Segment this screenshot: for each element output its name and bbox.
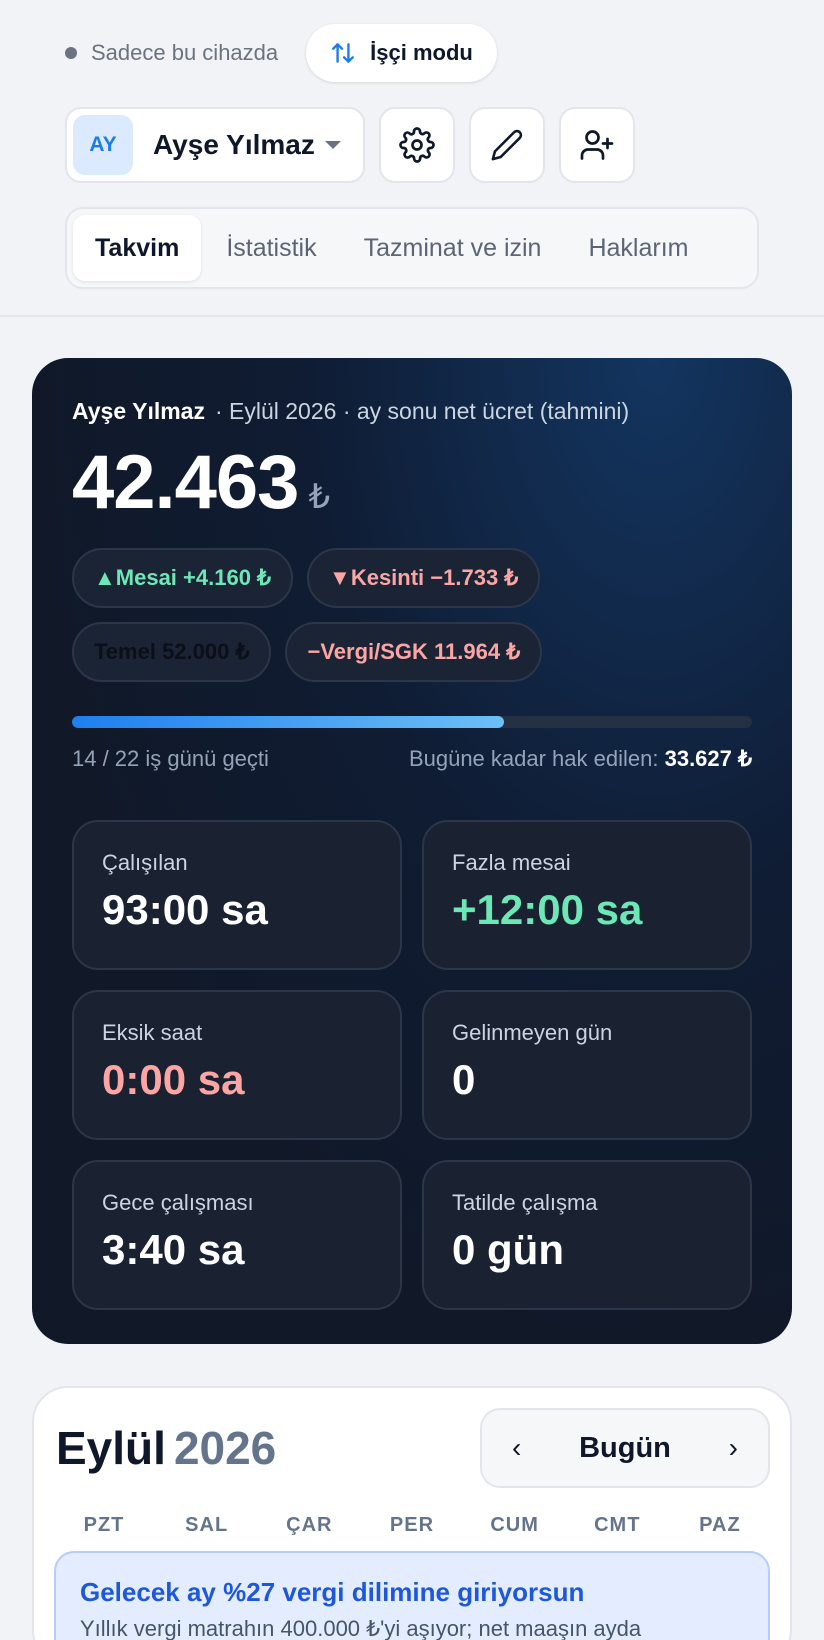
stat-holiday-work: Tatilde çalışma 0 gün <box>422 1160 752 1310</box>
calendar-month: Eylül <box>56 1422 166 1474</box>
breakdown-chips: ▲Mesai +4.160 ₺ ▼Kesinti −1.733 ₺ Temel … <box>72 548 612 682</box>
stat-value: 93:00 sa <box>102 886 268 933</box>
currency-symbol: ₺ <box>308 478 331 516</box>
stat-label: Gelinmeyen gün <box>452 1020 613 1045</box>
stat-label: Tatilde çalışma <box>452 1190 598 1215</box>
stat-absent-days: Gelinmeyen gün 0 <box>422 990 752 1140</box>
weekday-label: PAZ <box>699 1514 741 1536</box>
tab-bar: Takvim İstatistik Tazminat ve izin Hakla… <box>65 207 759 289</box>
workdays-passed: 14 / 22 iş günü geçti <box>72 746 269 771</box>
earned-label: Bugüne kadar hak edilen: <box>408 746 659 771</box>
tax-chip: −Vergi/SGK 11.964 ₺ <box>285 622 543 682</box>
tab-statistics[interactable]: İstatistik <box>204 215 338 281</box>
today-button[interactable]: Bugün <box>579 1432 671 1465</box>
net-amount: 42.463 ₺ <box>72 439 752 526</box>
tax-bracket-notice: Gelecek ay %27 vergi dilimine giriyorsun… <box>54 1551 770 1640</box>
summary-period: · Eylül 2026 · ay sonu net ücret (tahmin… <box>214 398 630 424</box>
stat-value: 0:00 sa <box>102 1056 245 1103</box>
month-progress-bar <box>72 716 752 728</box>
earned-value: 33.627 ₺ <box>664 746 752 771</box>
weekday-label: PER <box>389 1514 435 1536</box>
local-only-label: Sadece bu cihazda <box>91 40 279 65</box>
user-toolbar: AY Ayşe Yılmaz <box>65 107 759 183</box>
dot-icon <box>65 47 77 59</box>
edit-button[interactable] <box>469 107 545 183</box>
calendar-header: Eylül 2026 ‹ Bugün › <box>54 1408 770 1488</box>
header-divider <box>0 315 824 317</box>
weekday-label: ÇAR <box>286 1514 333 1536</box>
salary-summary-card: Ayşe Yılmaz · Eylül 2026 · ay sonu net üc… <box>32 358 792 1344</box>
tab-calendar[interactable]: Takvim <box>73 215 202 281</box>
user-plus-icon <box>580 130 614 160</box>
calendar-year: 2026 <box>173 1422 277 1474</box>
base-salary-chip: Temel 52.000 ₺ <box>72 622 272 682</box>
stat-night-work: Gece çalışması 3:40 sa <box>72 1160 402 1310</box>
weekday-header: PZT SAL ÇAR PER CUM CMT PAZ <box>54 1514 770 1537</box>
progress-row: 14 / 22 iş günü geçti Bugüne kadar hak e… <box>72 746 752 772</box>
stat-value: 0 gün <box>452 1226 564 1273</box>
stat-missing-hours: Eksik saat 0:00 sa <box>72 990 402 1140</box>
weekday-label: CMT <box>594 1514 641 1536</box>
overtime-chip: ▲Mesai +4.160 ₺ <box>72 548 294 608</box>
tab-compensation-leave[interactable]: Tazminat ve izin <box>342 215 564 281</box>
stat-value: +12:00 sa <box>452 886 643 933</box>
stat-value: 0 <box>452 1056 476 1103</box>
settings-button[interactable] <box>379 107 455 183</box>
pencil-icon <box>491 129 523 161</box>
weekday-label: SAL <box>185 1514 229 1536</box>
calendar-title: Eylül 2026 <box>54 1421 276 1475</box>
worker-mode-label: İşçi modu <box>370 40 473 65</box>
swap-arrows-icon <box>332 43 355 63</box>
avatar: AY <box>73 115 133 175</box>
summary-user-name: Ayşe Yılmaz <box>72 398 205 424</box>
chevron-down-icon <box>325 141 341 149</box>
local-only-indicator: Sadece bu cihazda <box>65 40 278 66</box>
net-amount-value: 42.463 <box>72 440 299 525</box>
user-selector[interactable]: AY Ayşe Yılmaz <box>65 107 365 183</box>
notice-title: Gelecek ay %27 vergi dilimine giriyorsun <box>80 1577 585 1607</box>
stat-label: Gece çalışması <box>102 1190 254 1215</box>
summary-heading: Ayşe Yılmaz · Eylül 2026 · ay sonu net üc… <box>72 398 752 425</box>
calendar-card: Eylül 2026 ‹ Bugün › PZT SAL ÇAR PER CUM … <box>32 1386 792 1640</box>
weekday-label: PZT <box>83 1514 125 1536</box>
stat-label: Fazla mesai <box>452 850 571 875</box>
notice-text: Yıllık vergi matrahın 400.000 ₺'yi aşıyo… <box>80 1616 642 1640</box>
stat-label: Eksik saat <box>102 1020 203 1045</box>
stat-overtime: Fazla mesai +12:00 sa <box>422 820 752 970</box>
status-row: Sadece bu cihazda İşçi modu <box>65 24 759 82</box>
chevron-left-icon[interactable]: ‹ <box>512 1432 521 1464</box>
stat-worked: Çalışılan 93:00 sa <box>72 820 402 970</box>
tab-rights[interactable]: Haklarım <box>566 215 710 281</box>
chevron-right-icon[interactable]: › <box>729 1432 738 1464</box>
stats-grid: Çalışılan 93:00 sa Fazla mesai +12:00 sa… <box>72 820 752 1310</box>
add-user-button[interactable] <box>559 107 635 183</box>
stat-label: Çalışılan <box>102 850 188 875</box>
weekday-label: CUM <box>490 1514 539 1536</box>
user-name: Ayşe Yılmaz <box>153 129 315 160</box>
worker-mode-button[interactable]: İşçi modu <box>306 24 497 82</box>
gear-icon <box>399 127 435 163</box>
stat-value: 3:40 sa <box>102 1226 245 1273</box>
month-progress-fill <box>72 716 505 728</box>
deduction-chip: ▼Kesinti −1.733 ₺ <box>307 548 541 608</box>
earned-so-far: Bugüne kadar hak edilen: 33.627 ₺ <box>409 746 752 772</box>
calendar-nav: ‹ Bugün › <box>480 1408 770 1488</box>
top-bar: Sadece bu cihazda İşçi modu AY Ayşe Yılm… <box>0 0 824 289</box>
